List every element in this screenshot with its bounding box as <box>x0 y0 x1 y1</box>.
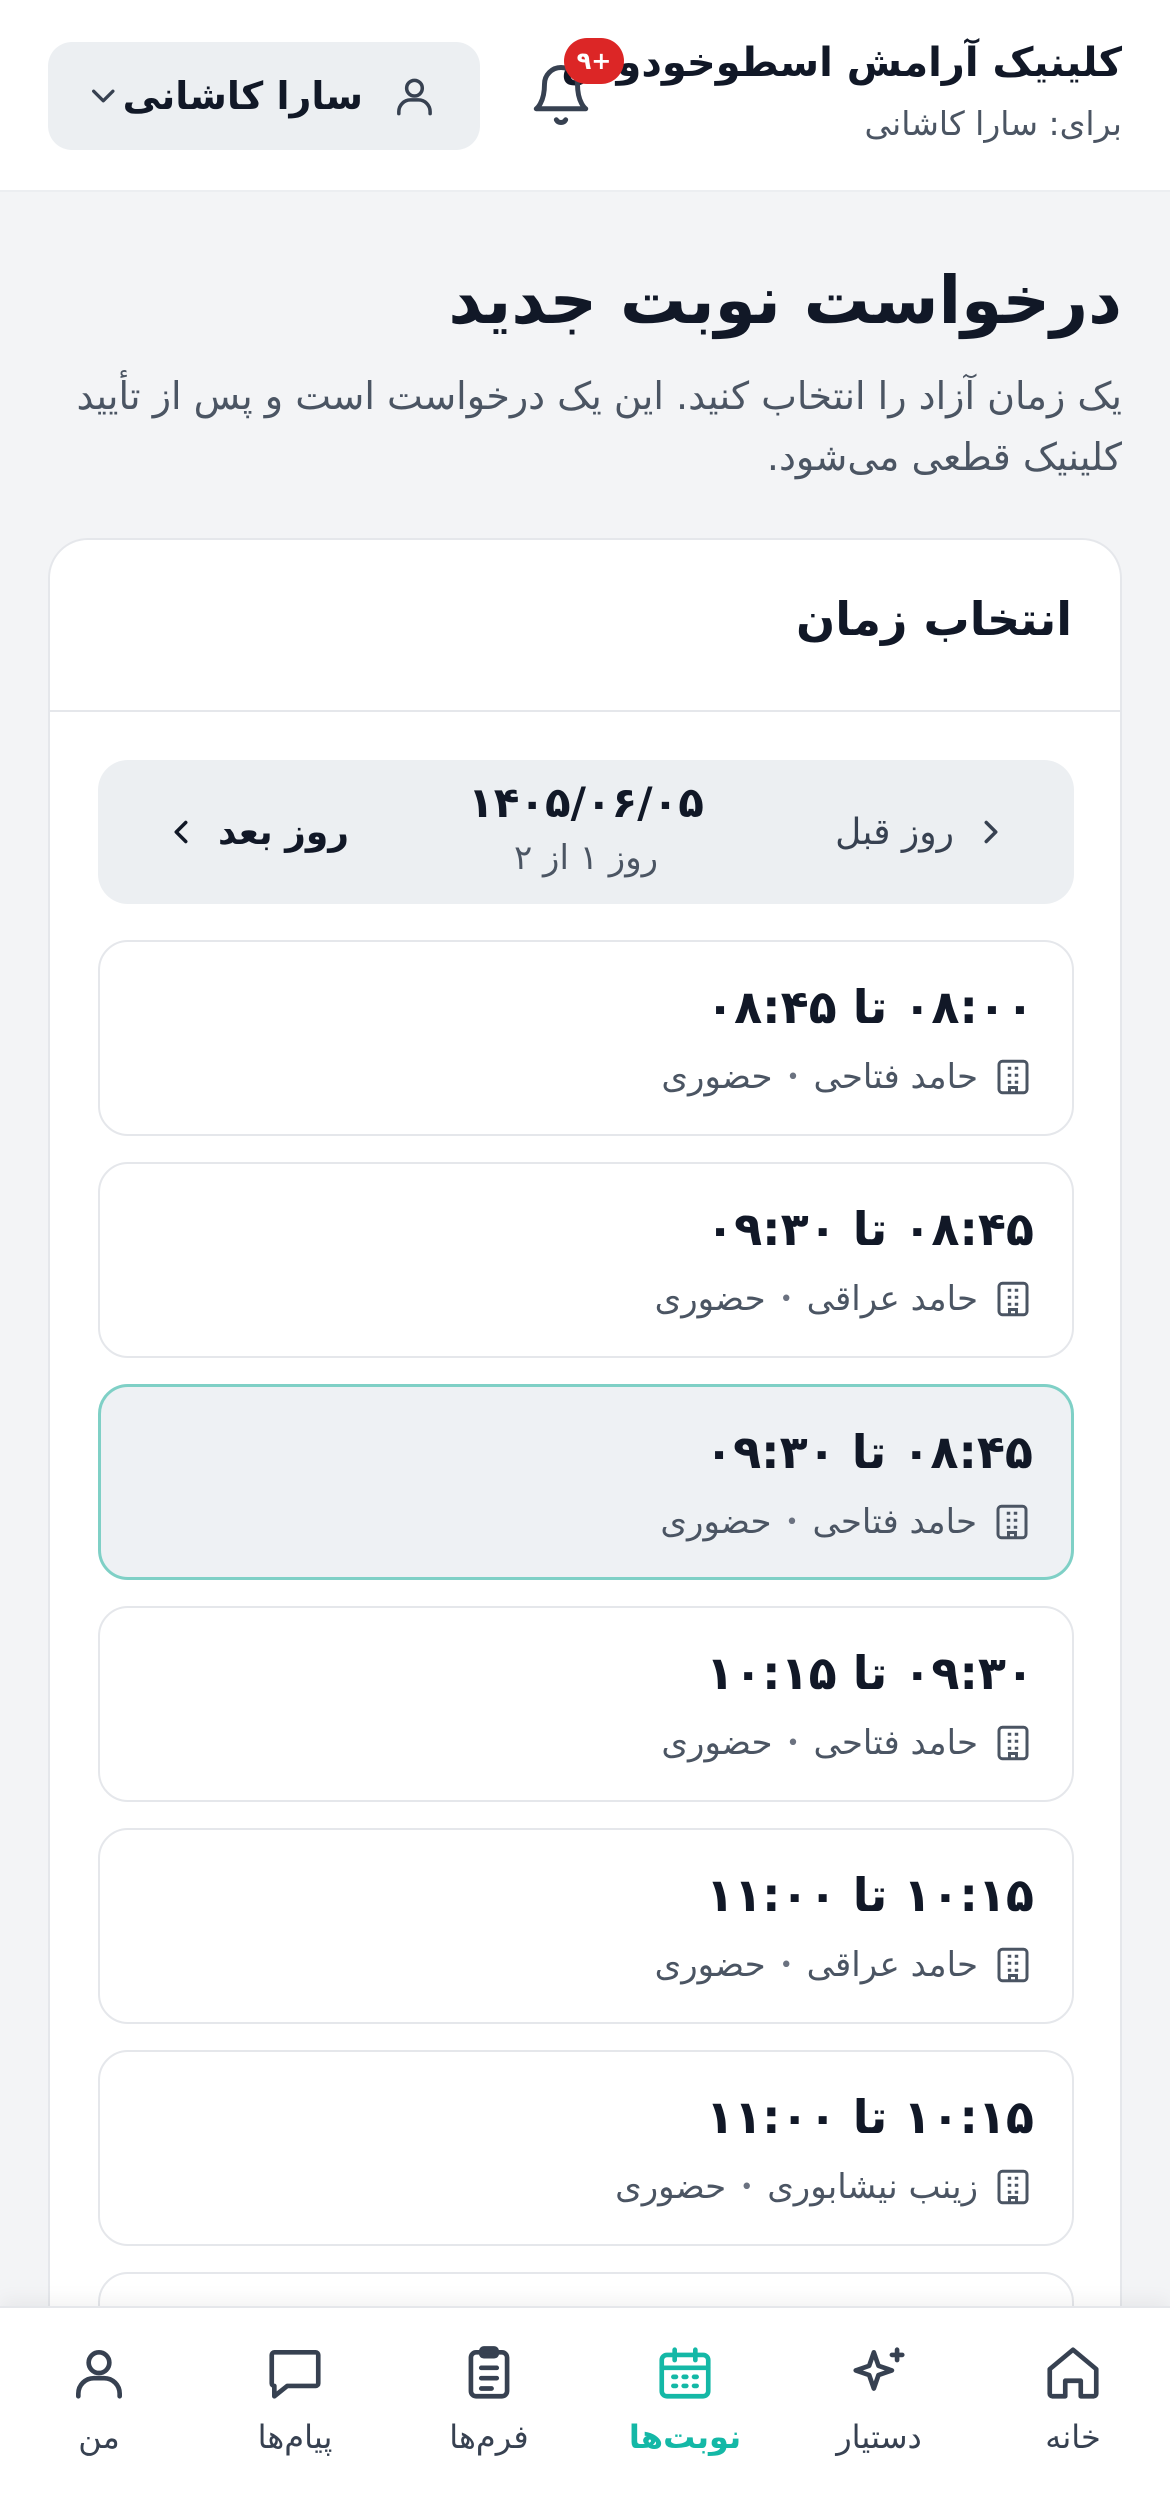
separator-dot: • <box>785 1509 799 1535</box>
building-icon <box>997 1059 1029 1095</box>
slot-doctor: زینب نیشابوری <box>767 2167 978 2207</box>
slot-meta: حامد عراقی • حضوری <box>655 1278 1034 1320</box>
time-slot-selected[interactable]: ۰۸:۴۵ تا ۰۹:۳۰ حامد فتاحی • حضوری <box>98 1384 1074 1580</box>
separator-dot: • <box>779 1286 793 1312</box>
nav-forms[interactable]: فرم‌ها <box>414 2342 564 2456</box>
slot-time: ۰۸:۴۵ تا ۰۹:۳۰ <box>706 1202 1034 1256</box>
nav-assistant[interactable]: دستیار <box>804 2342 954 2456</box>
nav-label: خانه <box>1045 2418 1101 2456</box>
card-title: انتخاب زمان <box>796 592 1072 646</box>
time-slot[interactable]: ۱۰:۱۵ تا ۱۱:۰۰ حامد عراقی • حضوری <box>98 1828 1074 2024</box>
slot-mode: حضوری <box>660 1502 772 1542</box>
slot-meta: حامد فتاحی • حضوری <box>660 1501 1033 1543</box>
separator-dot: • <box>740 2174 754 2200</box>
slot-time: ۰۸:۰۰ تا ۰۸:۴۵ <box>706 980 1034 1034</box>
time-slot[interactable]: ۰۹:۳۰ تا ۱۰:۱۵ حامد فتاحی • حضوری <box>98 1606 1074 1802</box>
chevron-down-icon <box>92 89 115 103</box>
profile-switcher[interactable]: سارا کاشانی <box>48 42 480 150</box>
building-icon <box>997 2169 1029 2205</box>
time-slot[interactable]: ۱۰:۱۵ تا ۱۱:۰۰ زینب نیشابوری • حضوری <box>98 2050 1074 2246</box>
nav-label: من <box>78 2418 120 2456</box>
clinic-name: کلینیک آرامش اسطوخودوس <box>561 40 1122 86</box>
nav-label: فرم‌ها <box>449 2418 529 2456</box>
bottom-navigation: خانه دستیار نوبت‌ها فرم‌ها پیام‌ها من <box>0 2306 1170 2496</box>
page-description: یک زمان آزاد را انتخاب کنید. این یک درخو… <box>76 374 1122 479</box>
time-slot[interactable]: ۰۸:۰۰ تا ۰۸:۴۵ حامد فتاحی • حضوری <box>98 940 1074 1136</box>
building-icon <box>997 1725 1029 1761</box>
slot-doctor: حامد فتاحی <box>812 1502 977 1542</box>
nav-profile[interactable]: من <box>24 2342 174 2456</box>
slot-doctor: حامد فتاحی <box>813 1057 978 1097</box>
slot-mode: حضوری <box>654 1945 766 1985</box>
user-icon <box>76 2350 122 2399</box>
chevron-left-icon <box>174 820 188 844</box>
user-icon <box>397 78 432 116</box>
notifications-button[interactable]: ۹+ <box>522 38 624 134</box>
slot-time: ۰۸:۴۵ تا ۰۹:۳۰ <box>705 1425 1033 1479</box>
slot-meta: حامد فتاحی • حضوری <box>661 1056 1034 1098</box>
nav-label: پیام‌ها <box>257 2418 333 2456</box>
slot-meta: حامد فتاحی • حضوری <box>661 1722 1034 1764</box>
slot-doctor: حامد عراقی <box>806 1279 978 1319</box>
next-day-button[interactable]: روز بعد <box>162 796 349 868</box>
card-header: انتخاب زمان <box>50 540 1120 712</box>
slot-doctor: حامد عراقی <box>806 1945 978 1985</box>
slot-mode: حضوری <box>615 2167 727 2207</box>
building-icon <box>997 1281 1029 1317</box>
slot-mode: حضوری <box>661 1723 773 1763</box>
clipboard-icon <box>468 2346 510 2399</box>
time-selection-card: انتخاب زمان روز قبل ۱۴۰۵/۰۶/۰۵ روز ۱ از … <box>48 538 1122 2438</box>
slot-doctor: حامد فتاحی <box>813 1723 978 1763</box>
slot-meta: حامد عراقی • حضوری <box>655 1944 1034 1986</box>
app-header: کلینیک آرامش اسطوخودوس برای: سارا کاشانی… <box>0 0 1170 192</box>
slot-time: ۱۰:۱۵ تا ۱۱:۰۰ <box>706 1868 1034 1922</box>
slot-meta: زینب نیشابوری • حضوری <box>615 2166 1034 2208</box>
day-navigator: روز قبل ۱۴۰۵/۰۶/۰۵ روز ۱ از ۲ روز بعد <box>98 760 1074 904</box>
nav-messages[interactable]: پیام‌ها <box>220 2342 370 2456</box>
separator-dot: • <box>779 1952 793 1978</box>
building-icon <box>997 1947 1029 1983</box>
nav-label: نوبت‌ها <box>628 2418 742 2456</box>
profile-name: سارا کاشانی <box>122 74 364 118</box>
calendar-icon <box>659 2347 711 2399</box>
slot-mode: حضوری <box>654 1279 766 1319</box>
slot-time: ۱۰:۱۵ تا ۱۱:۰۰ <box>706 2090 1034 2144</box>
building-icon <box>996 1504 1028 1540</box>
home-icon <box>1047 2347 1099 2399</box>
patient-for-line: برای: سارا کاشانی <box>864 104 1122 143</box>
slot-time: ۰۹:۳۰ تا ۱۰:۱۵ <box>706 1646 1034 1700</box>
notification-badge: ۹+ <box>564 38 624 84</box>
page-title: درخواست نوبت جدید <box>448 262 1122 339</box>
time-slot[interactable]: ۰۸:۴۵ تا ۰۹:۳۰ حامد عراقی • حضوری <box>98 1162 1074 1358</box>
slot-mode: حضوری <box>661 1057 773 1097</box>
next-day-label: روز بعد <box>218 811 349 853</box>
separator-dot: • <box>786 1730 800 1756</box>
nav-home[interactable]: خانه <box>998 2342 1148 2456</box>
nav-label: دستیار <box>836 2418 922 2456</box>
separator-dot: • <box>786 1064 800 1090</box>
nav-appointments[interactable]: نوبت‌ها <box>610 2342 760 2456</box>
sparkle-icon <box>853 2347 905 2391</box>
message-icon <box>269 2350 321 2399</box>
